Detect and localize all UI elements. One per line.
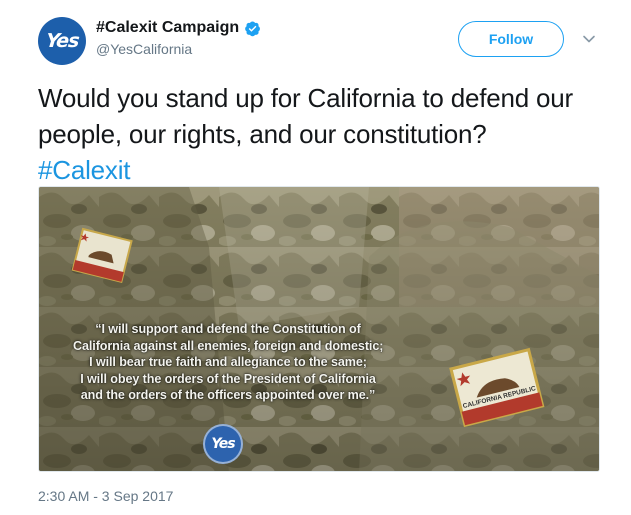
tweet-timestamp[interactable]: 2:30 AM - 3 Sep 2017: [38, 487, 173, 505]
avatar[interactable]: Yes: [38, 17, 86, 65]
watermark-text: Yes: [211, 436, 235, 452]
tweet-card: Yes #Calexit Campaign @YesCalifornia Fol…: [0, 0, 631, 515]
display-name[interactable]: #Calexit Campaign: [96, 18, 239, 38]
oath-line: California against all enemies, foreign …: [73, 338, 384, 353]
oath-line: I will obey the orders of the President …: [80, 371, 376, 386]
oath-line: “I will support and defend the Constitut…: [95, 322, 361, 336]
oath-line: and the orders of the officers appointed…: [80, 388, 376, 402]
tweet-body: Would you stand up for California to def…: [38, 83, 574, 149]
tweet-image[interactable]: CALIFORNIA REPUBLIC “I will support and …: [38, 186, 600, 472]
oath-line: I will bear true faith and allegiance to…: [89, 355, 367, 369]
tweet-text: Would you stand up for California to def…: [38, 80, 608, 188]
verified-badge-icon: [245, 20, 261, 36]
oath-quote: “I will support and defend the Constitut…: [73, 321, 383, 404]
avatar-logo-text: Yes: [44, 30, 80, 52]
follow-button[interactable]: Follow: [458, 21, 564, 57]
user-info: #Calexit Campaign @YesCalifornia: [96, 18, 261, 58]
hashtag-link[interactable]: #Calexit: [38, 152, 608, 188]
yes-logo-watermark: Yes: [203, 424, 243, 464]
display-name-row[interactable]: #Calexit Campaign: [96, 18, 261, 38]
user-handle[interactable]: @YesCalifornia: [96, 40, 261, 58]
chevron-down-icon[interactable]: [582, 32, 596, 46]
